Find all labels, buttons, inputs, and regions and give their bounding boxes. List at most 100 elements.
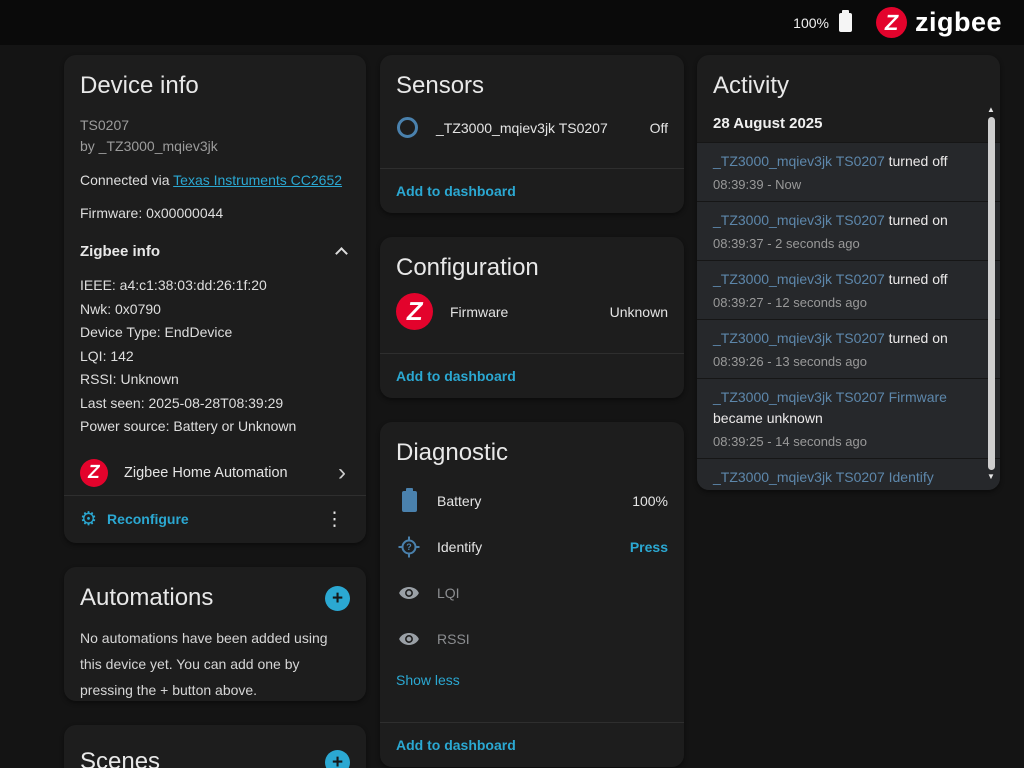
entity-name: Battery <box>437 493 632 509</box>
entity-name: LQI <box>437 585 668 601</box>
log-entry: _TZ3000_mqiev3jk TS0207 Identify became … <box>697 458 1000 490</box>
log-entity-link[interactable]: _TZ3000_mqiev3jk TS0207 Firmware <box>713 389 947 405</box>
activity-scrollbar[interactable]: ▲ ▼ <box>985 105 997 482</box>
integration-label: Zigbee Home Automation <box>124 465 338 481</box>
diagnostic-card: Diagnostic Battery 100% ? I <box>380 422 684 767</box>
card-footer: Add to dashboard <box>380 168 684 213</box>
activity-card: Activity 28 August 2025 _TZ3000_mqiev3jk… <box>697 55 1000 490</box>
log-entity-link[interactable]: _TZ3000_mqiev3jk TS0207 <box>713 153 885 169</box>
sensors-card: Sensors _TZ3000_mqiev3jk TS0207 Off Add … <box>380 55 684 213</box>
reconfigure-button[interactable]: Reconfigure <box>107 511 319 527</box>
automations-card: Automations + No automations have been a… <box>64 567 366 701</box>
zigbee-brand: Z zigbee <box>876 7 1002 38</box>
log-entity-link[interactable]: _TZ3000_mqiev3jk TS0207 <box>713 330 885 346</box>
scenes-card: Scenes + <box>64 725 366 768</box>
chevron-right-icon: › <box>338 463 350 483</box>
configuration-card: Configuration Z Firmware Unknown Add to … <box>380 237 684 398</box>
log-time: 08:39:39 - Now <box>713 177 976 193</box>
identify-crosshair-icon: ? <box>396 535 422 559</box>
identify-entity-row[interactable]: ? Identify Press <box>396 524 668 570</box>
log-time: 08:39:27 - 12 seconds ago <box>713 295 976 311</box>
add-scene-button[interactable]: + <box>325 750 350 768</box>
add-to-dashboard-link[interactable]: Add to dashboard <box>380 354 684 398</box>
log-event: turned off <box>889 271 948 287</box>
lqi-entity-row[interactable]: LQI <box>396 570 668 616</box>
zigbee-lqi: LQI: 142 <box>80 345 350 369</box>
log-event: became unknown <box>713 410 823 426</box>
log-time: 08:39:37 - 2 seconds ago <box>713 236 976 252</box>
plus-icon: + <box>332 589 343 608</box>
zigbee-device-type: Device Type: EndDevice <box>80 321 350 345</box>
zigbee-info-details: IEEE: a4:c1:38:03:dd:26:1f:20 Nwk: 0x079… <box>80 274 350 439</box>
automations-title: Automations <box>80 583 213 613</box>
log-time: 08:39:25 - 14 seconds ago <box>713 434 976 450</box>
overflow-menu-button[interactable]: ⋮ <box>319 508 350 531</box>
entity-state: Off <box>650 120 668 136</box>
sensor-entity-row[interactable]: _TZ3000_mqiev3jk TS0207 Off <box>396 117 668 138</box>
device-manufacturer: by _TZ3000_mqiev3jk <box>80 136 350 157</box>
zigbee-nwk: Nwk: 0x0790 <box>80 298 350 322</box>
scroll-up-arrow[interactable]: ▲ <box>987 105 995 115</box>
scroll-down-arrow[interactable]: ▼ <box>987 472 995 482</box>
log-entity-link[interactable]: _TZ3000_mqiev3jk TS0207 Identify <box>713 469 934 485</box>
zigbee-logo-icon: Z <box>876 7 907 38</box>
entity-name: Firmware <box>450 304 610 320</box>
diagnostic-title: Diagnostic <box>396 438 668 468</box>
press-button[interactable]: Press <box>630 539 668 555</box>
zigbee-info-toggle[interactable]: Zigbee info <box>80 243 350 260</box>
log-entry: _TZ3000_mqiev3jk TS0207 turned on 08:39:… <box>697 201 1000 260</box>
app-header: 100% Z zigbee <box>0 0 1024 45</box>
log-entity-link[interactable]: _TZ3000_mqiev3jk TS0207 <box>713 212 885 228</box>
zigbee-rssi: RSSI: Unknown <box>80 368 350 392</box>
device-info-title: Device info <box>80 71 350 101</box>
zigbee-logo-icon: Z <box>80 459 108 487</box>
add-to-dashboard-link[interactable]: Add to dashboard <box>380 723 684 767</box>
log-entry: _TZ3000_mqiev3jk TS0207 turned on 08:39:… <box>697 319 1000 378</box>
log-entry: _TZ3000_mqiev3jk TS0207 turned off 08:39… <box>697 260 1000 319</box>
log-entity-link[interactable]: _TZ3000_mqiev3jk TS0207 <box>713 271 885 287</box>
connected-via-line: Connected via Texas Instruments CC2652 <box>80 170 350 190</box>
firmware-line: Firmware: 0x00000044 <box>80 203 350 223</box>
entity-state: 100% <box>632 493 668 509</box>
eye-icon <box>396 582 422 604</box>
entity-state: Unknown <box>610 304 668 320</box>
add-automation-button[interactable]: + <box>325 586 350 611</box>
automations-empty-text: No automations have been added using thi… <box>80 625 350 701</box>
log-entry: _TZ3000_mqiev3jk TS0207 Firmware became … <box>697 378 1000 458</box>
card-footer: Add to dashboard <box>380 353 684 398</box>
integration-row-zha[interactable]: Z Zigbee Home Automation › <box>80 451 350 495</box>
device-model: TS0207 <box>80 115 350 136</box>
zigbee-last-seen: Last seen: 2025-08-28T08:39:29 <box>80 392 350 416</box>
add-to-dashboard-link[interactable]: Add to dashboard <box>380 169 684 213</box>
activity-log-list: _TZ3000_mqiev3jk TS0207 turned off 08:39… <box>697 142 1000 490</box>
zigbee-ieee: IEEE: a4:c1:38:03:dd:26:1f:20 <box>80 274 350 298</box>
gear-refresh-icon: ⚙ <box>80 508 97 531</box>
connected-via-link[interactable]: Texas Instruments CC2652 <box>173 172 342 188</box>
zigbee-power-source: Power source: Battery or Unknown <box>80 415 350 439</box>
show-less-link[interactable]: Show less <box>396 672 460 688</box>
zigbee-logo-icon: Z <box>396 293 433 330</box>
configuration-title: Configuration <box>396 253 668 283</box>
rssi-entity-row[interactable]: RSSI <box>396 616 668 662</box>
entity-name: Identify <box>437 539 630 555</box>
scenes-title: Scenes <box>80 747 160 768</box>
card-footer: Add to dashboard <box>380 722 684 767</box>
log-event: turned on <box>889 212 948 228</box>
log-entry: _TZ3000_mqiev3jk TS0207 turned off 08:39… <box>697 142 1000 201</box>
activity-date-header: 28 August 2025 <box>713 115 984 132</box>
battery-entity-row[interactable]: Battery 100% <box>396 478 668 524</box>
circle-outline-icon <box>397 117 418 138</box>
chevron-up-icon <box>335 247 348 260</box>
brand-text: zigbee <box>915 7 1002 38</box>
scrollbar-thumb[interactable] <box>988 117 995 470</box>
log-event: turned on <box>889 330 948 346</box>
entity-name: RSSI <box>437 631 668 647</box>
svg-text:?: ? <box>406 542 412 552</box>
sensors-title: Sensors <box>396 71 668 101</box>
eye-icon <box>396 628 422 650</box>
host-battery-percent: 100% <box>793 15 829 31</box>
reconfigure-row: ⚙ Reconfigure ⋮ <box>64 496 366 543</box>
battery-icon <box>839 13 852 32</box>
config-entity-row[interactable]: Z Firmware Unknown <box>396 293 668 330</box>
plus-icon: + <box>332 753 343 768</box>
